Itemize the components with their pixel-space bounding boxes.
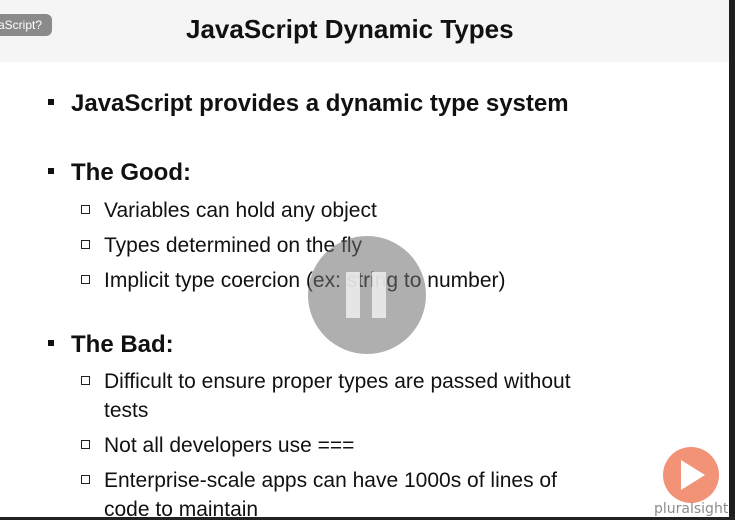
slide: aScript? JavaScript Dynamic Types JavaSc… xyxy=(0,0,735,520)
sub-bullet: Implicit type coercion (ex: string to nu… xyxy=(81,266,505,295)
bullet-the-good: The Good: xyxy=(48,159,191,187)
sub-bullet-marker xyxy=(81,474,90,484)
sub-bullet: Types determined on the fly xyxy=(81,231,362,260)
slide-title: JavaScript Dynamic Types xyxy=(186,14,514,44)
bullet-marker xyxy=(48,167,54,174)
bullet-the-bad: The Bad: xyxy=(48,331,174,359)
pause-icon xyxy=(346,272,360,318)
bullet-marker xyxy=(48,98,54,105)
sub-bullet-marker xyxy=(81,274,90,284)
bullet-marker xyxy=(48,339,54,346)
sub-bullet-marker xyxy=(81,439,90,449)
sub-bullet-marker xyxy=(81,239,90,249)
bullet-dynamic-type-system: JavaScript provides a dynamic type syste… xyxy=(48,90,569,118)
brand-watermark: pluralsight xyxy=(654,501,729,517)
sub-bullet: Variables can hold any object xyxy=(81,196,377,225)
sub-bullet-continuation: tests xyxy=(104,399,149,422)
sub-bullet: Not all developers use === xyxy=(81,431,354,460)
window-edge xyxy=(729,0,735,520)
previous-module-tab-label: aScript? xyxy=(0,18,43,32)
slide-header: aScript? JavaScript Dynamic Types xyxy=(0,0,729,62)
previous-module-tab[interactable]: aScript? xyxy=(0,14,52,36)
sub-bullet: Difficult to ensure proper types are pas… xyxy=(81,367,571,396)
sub-bullet-marker xyxy=(81,375,90,385)
play-logo-icon xyxy=(663,447,719,503)
sub-bullet: Enterprise-scale apps can have 1000s of … xyxy=(81,466,557,495)
pause-icon xyxy=(372,272,386,318)
pause-button[interactable] xyxy=(308,236,426,354)
sub-bullet-marker xyxy=(81,204,90,214)
